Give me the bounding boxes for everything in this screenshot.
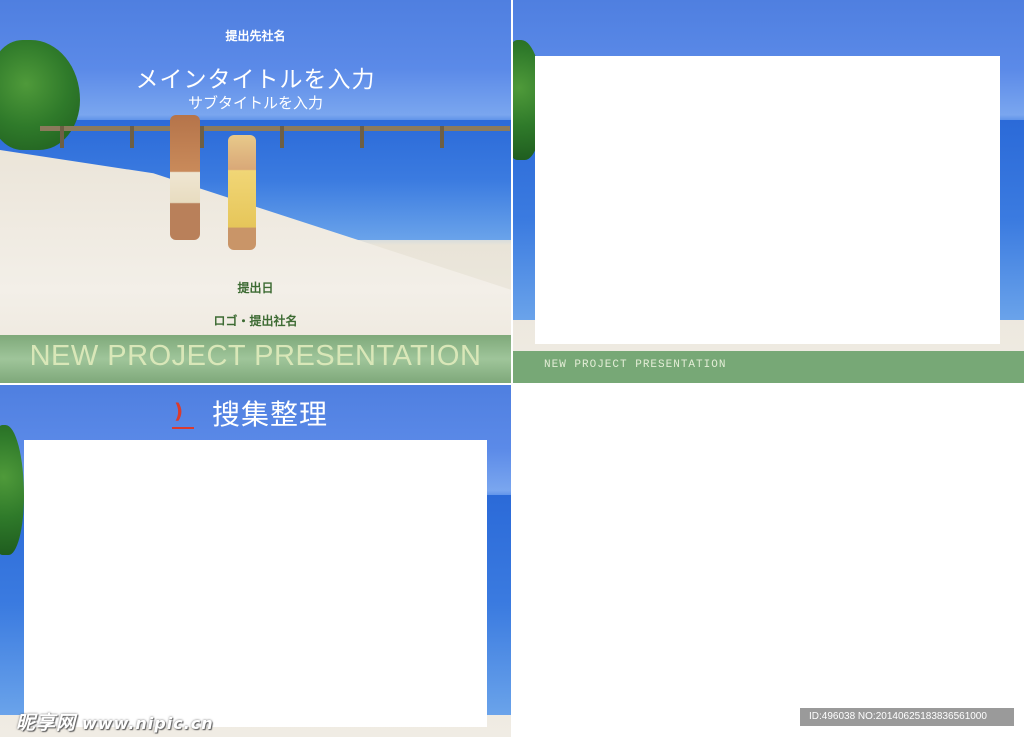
horizontal-divider xyxy=(0,383,1024,385)
site-watermark: 昵享网 www.nipic.cn xyxy=(16,708,214,735)
title-accent-underline xyxy=(172,427,194,429)
content-placeholder-box xyxy=(24,440,487,727)
title-slide-thumbnail[interactable]: 提出先社名 メインタイトルを入力 サブタイトルを入力 提出日 ロゴ・提出社名 N… xyxy=(0,0,511,383)
pier-post xyxy=(130,126,134,148)
pier-post xyxy=(440,126,444,148)
content-slide-thumbnail[interactable]: NEW PROJECT PRESENTATION xyxy=(513,0,1024,383)
vertical-divider xyxy=(511,0,513,737)
content-placeholder-box xyxy=(535,56,1000,344)
pier-post xyxy=(60,126,64,148)
woman-figure xyxy=(228,135,256,250)
submission-date-label: 提出日 xyxy=(237,281,274,295)
main-title: メインタイトルを入力 xyxy=(135,67,376,93)
watermark-brand: 昵享网 xyxy=(16,712,77,734)
logo-company-label: ロゴ・提出社名 xyxy=(213,314,298,328)
watermark-url: www.nipic.cn xyxy=(82,714,214,733)
image-id-badge: ID:496038 NO:20140625183836561000 xyxy=(800,708,1014,726)
pier-post xyxy=(360,126,364,148)
man-figure xyxy=(170,115,200,240)
presentation-banner-text: NEW PROJECT PRESENTATION xyxy=(544,359,727,371)
blank-area xyxy=(513,385,1024,737)
titled-content-slide-thumbnail[interactable]: ) 搜集整理 xyxy=(0,385,511,737)
pier-post xyxy=(280,126,284,148)
pier-post xyxy=(200,126,204,148)
slide-title: 搜集整理 xyxy=(212,398,329,431)
recipient-company-label: 提出先社名 xyxy=(225,29,286,43)
presentation-banner-text: NEW PROJECT PRESENTATION xyxy=(29,340,482,372)
title-accent-mark: ) xyxy=(174,399,184,423)
sub-title: サブタイトルを入力 xyxy=(187,94,323,112)
